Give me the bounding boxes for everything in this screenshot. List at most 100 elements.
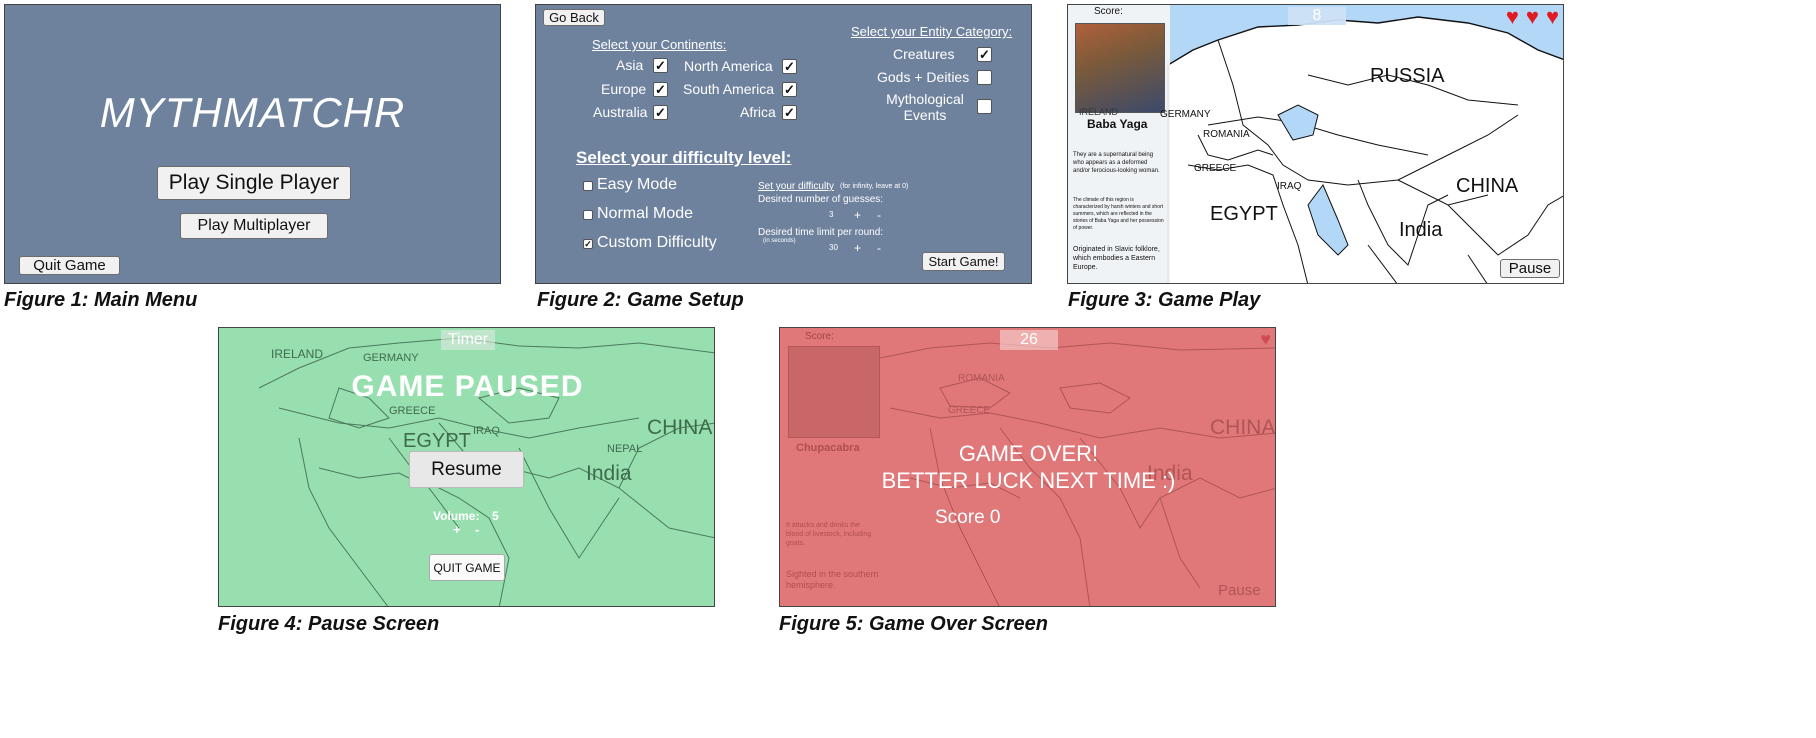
continent-south-america-checkbox[interactable]: ✓ <box>782 82 797 97</box>
pause-country-ireland: IRELAND <box>271 347 324 361</box>
start-game-button[interactable]: Start Game! <box>922 252 1005 271</box>
time-plus-button[interactable]: + <box>854 241 861 255</box>
country-label-romania: ROMANIA <box>1203 129 1250 140</box>
resume-button[interactable]: Resume <box>409 451 524 488</box>
main-menu-screen: MYTHMATCHR Play Single Player Play Multi… <box>4 4 501 284</box>
volume-plus-button[interactable]: + <box>453 522 461 537</box>
infinity-note: (for infinity, leave at 0) <box>840 183 909 190</box>
game-over-screen: Score: 26 ♥ Chupacabra It attacks and dr… <box>779 327 1276 607</box>
pause-button[interactable]: Pause <box>1500 259 1560 278</box>
volume-label: Volume: <box>433 509 480 523</box>
gameover-score-label: Score: <box>805 331 834 342</box>
game-paused-title: GAME PAUSED <box>351 370 584 403</box>
country-label-india: India <box>1399 219 1443 241</box>
time-note: (in seconds) <box>763 238 796 244</box>
gameover-pause-button[interactable]: Pause <box>1218 582 1261 599</box>
lives-indicator: ♥ ♥ ♥ <box>1506 6 1559 28</box>
figure-2-caption: Figure 2: Game Setup <box>537 289 744 311</box>
game-title: MYTHMATCHR <box>99 89 406 136</box>
continent-south-america-label: South America <box>683 81 775 97</box>
heart-icon: ♥ <box>1545 4 1559 29</box>
continent-africa-label: Africa <box>740 104 776 120</box>
heart-icon: ♥ <box>1525 4 1539 29</box>
easy-mode-checkbox[interactable] <box>583 181 593 191</box>
gameover-description-1: It attacks and drinks the blood of lives… <box>786 522 872 547</box>
pause-country-nepal: NEPAL <box>607 443 643 455</box>
continent-asia-checkbox[interactable]: ✓ <box>653 58 668 73</box>
normal-mode-checkbox[interactable] <box>583 210 593 220</box>
timer-label: Timer <box>441 330 495 350</box>
custom-difficulty-checkbox[interactable]: ✓ <box>583 239 593 249</box>
pause-country-greece: GREECE <box>389 405 436 417</box>
country-label-germany: GERMANY <box>1160 109 1211 120</box>
continent-north-america-label: North America <box>684 58 773 74</box>
country-label-greece: GREECE <box>1194 163 1237 174</box>
difficulty-heading: Select your difficulty level: <box>576 148 792 167</box>
time-minus-button[interactable]: - <box>877 241 881 255</box>
continents-heading: Select your Continents: <box>592 37 727 52</box>
final-score: Score 0 <box>935 507 1001 528</box>
category-gods-checkbox[interactable] <box>977 70 992 85</box>
go-back-button[interactable]: Go Back <box>543 9 605 26</box>
volume-minus-button[interactable]: - <box>475 522 479 537</box>
country-label-iraq: IRAQ <box>1277 181 1302 192</box>
gameover-entity-image <box>788 346 880 438</box>
game-over-title: GAME OVER! <box>958 441 1099 466</box>
pause-country-germany: GERMANY <box>363 352 419 364</box>
pause-country-egypt: EGYPT <box>403 430 471 452</box>
score-display: 8 <box>1288 7 1346 25</box>
country-label-russia: RUSSIA <box>1370 65 1445 87</box>
custom-difficulty-label: Custom Difficulty <box>597 234 717 251</box>
country-label-egypt: EGYPT <box>1210 203 1278 225</box>
quit-game-button[interactable]: Quit Game <box>19 256 120 275</box>
heart-icon: ♥ <box>1505 4 1519 29</box>
figure-3-caption: Figure 3: Game Play <box>1068 289 1261 311</box>
normal-mode-label: Normal Mode <box>597 205 694 222</box>
continent-australia-label: Australia <box>593 104 648 120</box>
score-label: Score: <box>1094 6 1123 17</box>
entity-description-3: Originated in Slavic folklore, which emb… <box>1073 246 1160 271</box>
guesses-value: 3 <box>829 210 834 219</box>
pause-country-iraq: IRAQ <box>473 425 500 437</box>
entity-name: Baba Yaga <box>1087 117 1148 131</box>
gameover-description-2: Sighted in the southern hemisphere. <box>786 569 879 590</box>
category-events-checkbox[interactable] <box>977 99 992 114</box>
heart-icon: ♥ <box>1260 329 1271 349</box>
set-difficulty-link: Set your difficulty <box>758 181 834 192</box>
continent-europe-checkbox[interactable]: ✓ <box>653 82 668 97</box>
category-events-label: Mythological Events <box>886 91 964 123</box>
gameover-country-china: CHINA <box>1210 416 1276 439</box>
country-label-ireland: IRELAND <box>1079 107 1119 117</box>
continent-asia-label: Asia <box>616 57 644 73</box>
continent-africa-checkbox[interactable]: ✓ <box>782 105 797 120</box>
guesses-minus-button[interactable]: - <box>877 208 881 222</box>
continent-australia-checkbox[interactable]: ✓ <box>653 105 668 120</box>
gameover-score-display: 26 <box>1000 330 1058 350</box>
play-multiplayer-button[interactable]: Play Multiplayer <box>180 213 328 239</box>
entity-description-2: The climate of this region is characteri… <box>1073 197 1164 231</box>
figure-4-caption: Figure 4: Pause Screen <box>218 613 440 635</box>
entity-description-1: They are a supernatural being who appear… <box>1073 152 1160 174</box>
category-gods-label: Gods + Deities <box>877 69 970 85</box>
gameover-country-greece: GREECE <box>948 405 991 416</box>
pause-country-india: India <box>586 462 632 485</box>
figure-1-caption: Figure 1: Main Menu <box>4 289 198 311</box>
time-label: Desired time limit per round: <box>758 227 884 238</box>
category-creatures-checkbox[interactable]: ✓ <box>977 47 992 62</box>
guesses-plus-button[interactable]: + <box>854 208 861 222</box>
easy-mode-label: Easy Mode <box>597 176 678 193</box>
time-value: 30 <box>829 243 838 252</box>
volume-value: 5 <box>492 509 499 523</box>
figure-5-caption: Figure 5: Game Over Screen <box>779 613 1049 635</box>
game-setup-screen: Go Back Select your Continents: Asia ✓ N… <box>535 4 1032 284</box>
play-single-player-button[interactable]: Play Single Player <box>157 166 351 200</box>
pause-screen: IRELAND GERMANY GREECE IRAQ NEPAL CHINA … <box>218 327 715 607</box>
better-luck-message: BETTER LUCK NEXT TIME :) <box>881 468 1176 493</box>
country-label-china: CHINA <box>1456 175 1519 197</box>
guesses-label: Desired number of guesses: <box>758 194 884 205</box>
pause-quit-game-button[interactable]: QUIT GAME <box>429 554 505 581</box>
continent-north-america-checkbox[interactable]: ✓ <box>782 59 797 74</box>
pause-country-china: CHINA <box>647 416 713 439</box>
continent-europe-label: Europe <box>601 81 647 97</box>
gameover-country-romania: ROMANIA <box>958 373 1005 384</box>
